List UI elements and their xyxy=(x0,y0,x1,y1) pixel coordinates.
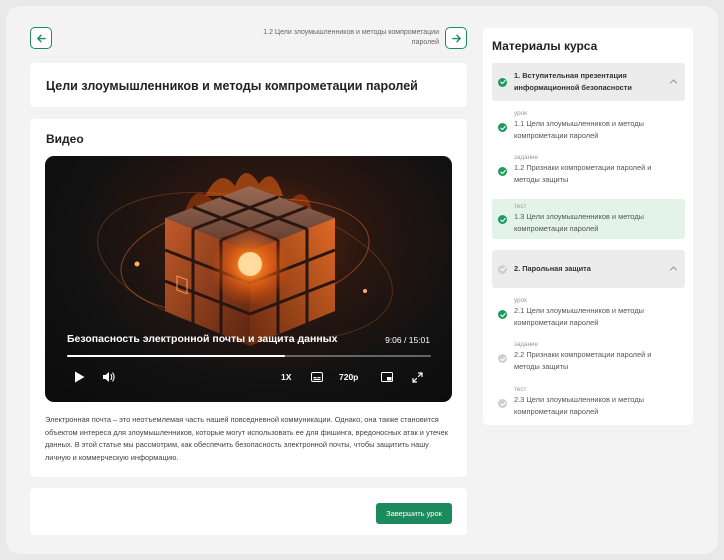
video-time: 9:06 / 15:01 xyxy=(385,335,430,345)
fullscreen-button[interactable] xyxy=(412,370,423,384)
completed-check-icon xyxy=(498,215,507,224)
video-player[interactable]: Безопасность электронной почты и защита … xyxy=(45,156,452,402)
footer-card: Завершить урок xyxy=(30,488,467,535)
page-title: Цели злоумышленников и методы компромета… xyxy=(46,79,418,93)
section-1-label: 1. Вступительная презентация информацион… xyxy=(514,71,632,92)
finish-lesson-button[interactable]: Завершить урок xyxy=(376,503,452,524)
picture-in-picture-icon xyxy=(381,372,393,382)
video-thumbnail-cube xyxy=(97,172,393,346)
play-button[interactable] xyxy=(74,370,85,384)
volume-button[interactable] xyxy=(102,370,115,384)
arrow-right-icon xyxy=(451,34,461,42)
chevron-up-icon xyxy=(669,266,678,271)
chevron-up-icon xyxy=(669,79,678,84)
next-lesson-title[interactable]: 1.2 Цели злоумышленников и методы компро… xyxy=(251,28,439,48)
video-progress-fill xyxy=(67,355,286,357)
lesson-type: тест xyxy=(514,203,527,210)
lesson-type: задание xyxy=(514,154,539,161)
quality-button[interactable]: 720p xyxy=(339,370,358,384)
course-materials-sidebar: Материалы курса 1. Вступительная презент… xyxy=(483,28,693,425)
play-icon xyxy=(75,371,85,383)
previous-lesson-button[interactable] xyxy=(30,27,52,49)
lesson-type: тест xyxy=(514,386,527,393)
next-lesson-button[interactable] xyxy=(445,27,467,49)
picture-in-picture-button[interactable] xyxy=(381,370,393,384)
video-heading: Видео xyxy=(46,132,84,146)
lesson-type: задание xyxy=(514,341,539,348)
video-description: Электронная почта – это неотъемлемая час… xyxy=(45,415,448,462)
lesson-name: 1.2 Признаки компрометации паролей и мет… xyxy=(514,163,652,184)
section-1-header[interactable]: 1. Вступительная презентация информацион… xyxy=(492,63,685,101)
sidebar-title: Материалы курса xyxy=(492,39,598,53)
lesson-name: 1.3 Цели злоумышленников и методы компро… xyxy=(514,212,644,233)
completed-check-icon xyxy=(498,310,507,319)
pending-check-icon xyxy=(498,399,507,408)
section-2-label: 2. Парольная защита xyxy=(514,264,591,273)
sidebar-lesson-2-2[interactable]: задание 2.2 Признаки компрометации парол… xyxy=(492,339,685,377)
completed-check-icon xyxy=(498,123,507,132)
completed-check-icon xyxy=(498,167,507,176)
sidebar-lesson-1-3-active[interactable]: тест 1.3 Цели злоумышленников и методы к… xyxy=(492,199,685,239)
lesson-type: урок xyxy=(514,110,527,117)
fullscreen-icon xyxy=(412,371,423,383)
sidebar-lesson-2-1[interactable]: урок 2.1 Цели злоумышленников и методы к… xyxy=(492,295,685,333)
lesson-type: урок xyxy=(514,297,527,304)
lesson-name: 1.1 Цели злоумышленников и методы компро… xyxy=(514,119,644,140)
pending-check-icon xyxy=(498,264,507,274)
pending-check-icon xyxy=(498,354,507,363)
section-2-header[interactable]: 2. Парольная защита xyxy=(492,250,685,288)
video-card: Видео Безопасность электронной почты и з… xyxy=(30,119,467,477)
lesson-name: 2.2 Признаки компрометации паролей и мет… xyxy=(514,350,652,371)
lesson-name: 2.3 Цели злоумышленников и методы компро… xyxy=(514,395,644,416)
playback-speed-button[interactable]: 1X xyxy=(281,370,291,384)
app-frame: 1.2 Цели злоумышленников и методы компро… xyxy=(6,6,718,554)
video-title: Безопасность электронной почты и защита … xyxy=(67,333,338,345)
sidebar-lesson-2-3[interactable]: тест 2.3 Цели злоумышленников и методы к… xyxy=(492,384,685,422)
lesson-name: 2.1 Цели злоумышленников и методы компро… xyxy=(514,306,644,327)
video-progress-bar[interactable] xyxy=(67,355,431,357)
subtitles-icon xyxy=(311,372,323,382)
lesson-title-card: Цели злоумышленников и методы компромета… xyxy=(30,63,467,107)
arrow-left-icon xyxy=(36,34,46,42)
sidebar-lesson-1-1[interactable]: урок 1.1 Цели злоумышленников и методы к… xyxy=(492,108,685,146)
completed-check-icon xyxy=(498,77,507,87)
sidebar-lesson-1-2[interactable]: задание 1.2 Признаки компрометации парол… xyxy=(492,152,685,190)
volume-icon xyxy=(103,372,115,382)
subtitles-button[interactable] xyxy=(311,370,323,384)
